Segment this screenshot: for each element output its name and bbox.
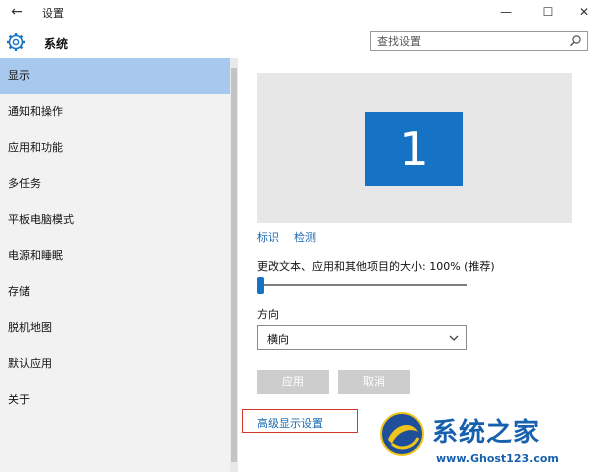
sidebar-item-tablet-mode[interactable]: 平板电脑模式	[0, 202, 230, 238]
scale-slider-thumb[interactable]	[257, 277, 264, 294]
orientation-label: 方向	[257, 308, 279, 321]
apply-button[interactable]: 应用	[257, 370, 329, 394]
sidebar-item-notifications[interactable]: 通知和操作	[0, 94, 230, 130]
orientation-select[interactable]: 横向	[257, 325, 467, 350]
close-button[interactable]: ✕	[568, 0, 600, 24]
watermark-title: 系统之家	[432, 418, 541, 448]
watermark-url: www.Ghost123.com	[436, 452, 559, 465]
sidebar-item-offline-maps[interactable]: 脱机地图	[0, 310, 230, 346]
cancel-button[interactable]: 取消	[338, 370, 410, 394]
search-box[interactable]	[370, 31, 588, 51]
chevron-down-icon	[449, 335, 459, 341]
scale-label: 更改文本、应用和其他项目的大小: 100% (推荐)	[257, 260, 495, 273]
sidebar-item-multitasking[interactable]: 多任务	[0, 166, 230, 202]
sidebar-item-apps[interactable]: 应用和功能	[0, 130, 230, 166]
back-button[interactable]: ←	[8, 3, 26, 21]
window-title: 设置	[42, 7, 64, 20]
orientation-value: 横向	[267, 333, 289, 346]
identify-link[interactable]: 标识	[257, 229, 279, 245]
sidebar-item-display[interactable]: 显示	[0, 58, 230, 94]
sidebar: 显示 通知和操作 应用和功能 多任务 平板电脑模式 电源和睡眠 存储 脱机地图 …	[0, 58, 230, 472]
advanced-display-settings-link[interactable]: 高级显示设置	[257, 415, 323, 431]
sidebar-item-power-sleep[interactable]: 电源和睡眠	[0, 238, 230, 274]
monitor-tile[interactable]: 1	[365, 112, 463, 186]
sidebar-item-about[interactable]: 关于	[0, 382, 230, 418]
gear-icon	[7, 33, 25, 51]
minimize-button[interactable]: —	[490, 0, 522, 24]
page-title: 系统	[44, 37, 69, 51]
title-bar: ← 设置 — ☐ ✕	[0, 0, 600, 24]
search-input[interactable]	[371, 32, 567, 50]
sidebar-item-default-apps[interactable]: 默认应用	[0, 346, 230, 382]
maximize-button[interactable]: ☐	[532, 0, 564, 24]
scale-slider-track[interactable]	[257, 284, 467, 286]
sidebar-item-storage[interactable]: 存储	[0, 274, 230, 310]
sidebar-scrollbar-thumb[interactable]	[231, 68, 237, 462]
watermark-logo-icon	[380, 412, 424, 456]
search-icon[interactable]	[568, 34, 582, 48]
detect-link[interactable]: 检测	[294, 229, 316, 245]
